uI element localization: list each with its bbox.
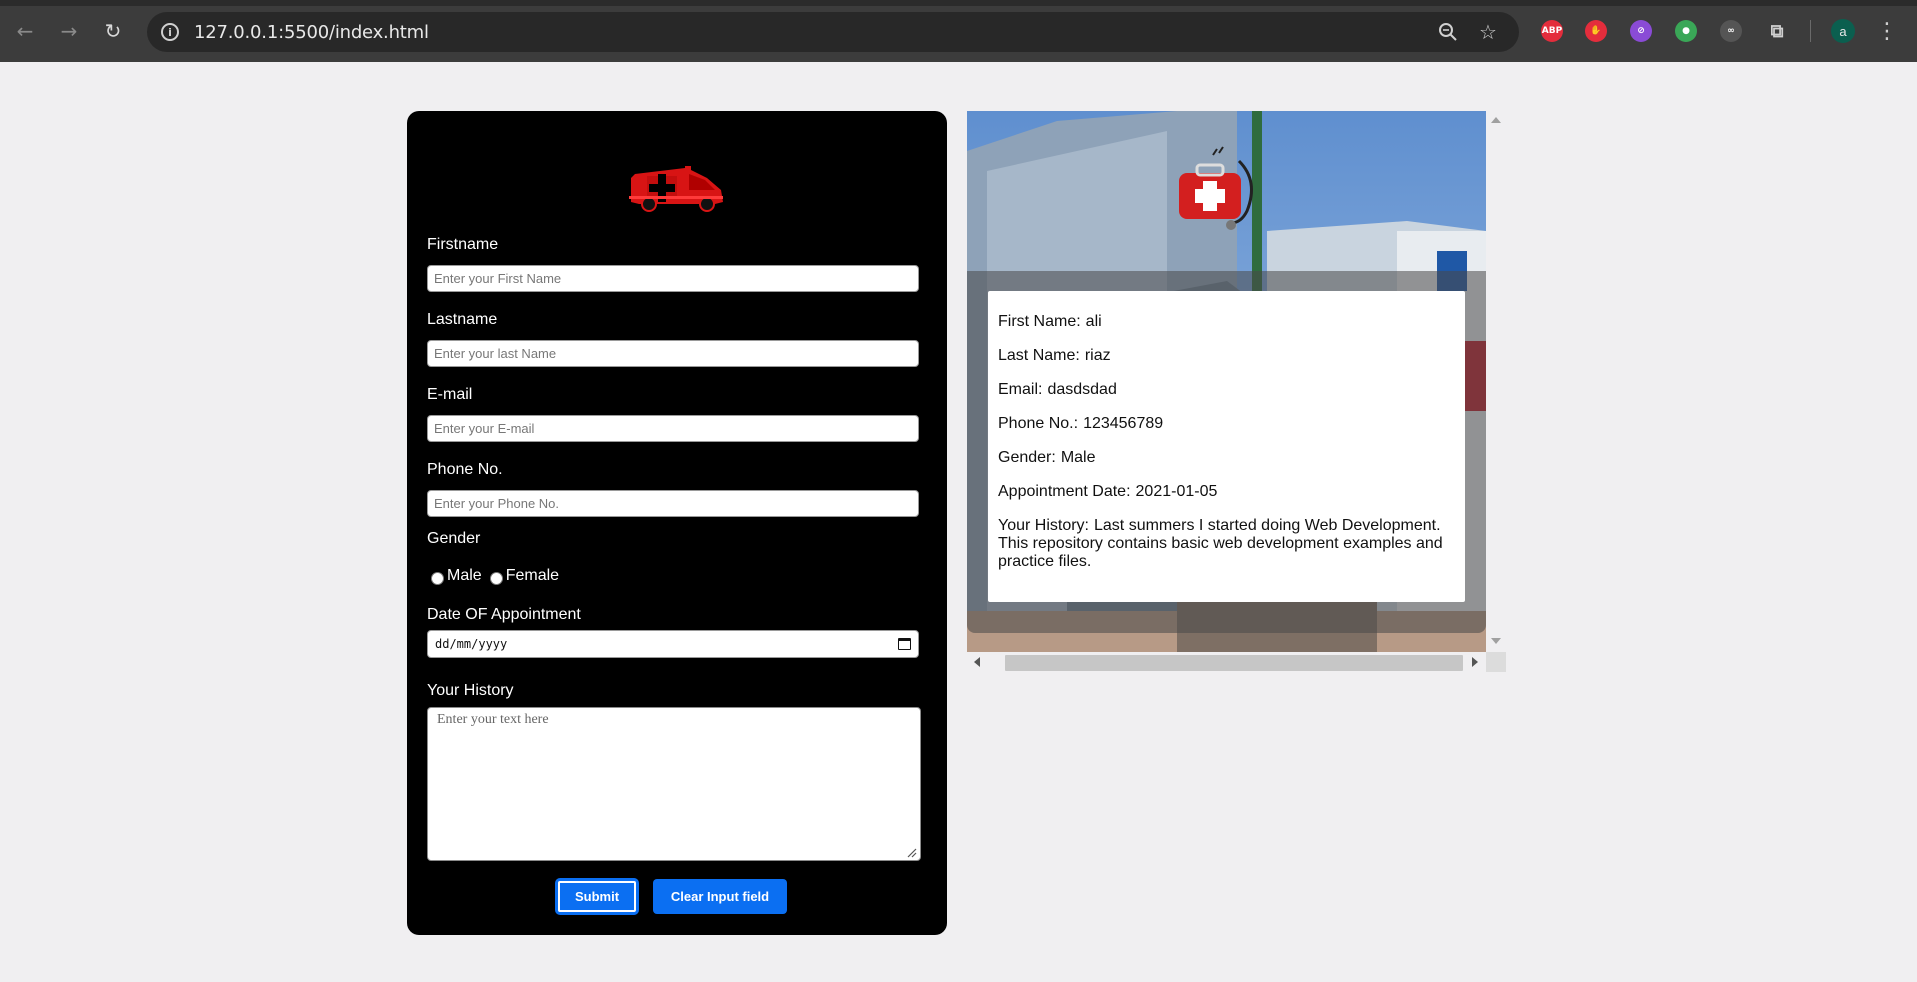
- detail-email-label: Email:: [998, 381, 1043, 398]
- bookmark-star-icon[interactable]: ☆: [1476, 20, 1500, 44]
- firstname-label: Firstname: [427, 236, 499, 253]
- detail-history-label: Your History:: [998, 517, 1089, 534]
- blocker-icon[interactable]: ⊘: [1630, 20, 1652, 42]
- toolbar-divider: [1810, 20, 1811, 42]
- scroll-right-icon[interactable]: [1472, 657, 1478, 667]
- url-text[interactable]: 127.0.0.1:5500/index.html: [194, 22, 429, 43]
- site-info-icon[interactable]: i: [161, 23, 179, 41]
- scroll-left-icon[interactable]: [974, 657, 980, 667]
- detail-first-name: First Name: ali: [998, 313, 1455, 331]
- lastname-label: Lastname: [427, 311, 498, 328]
- back-icon[interactable]: ←: [10, 16, 40, 46]
- appointment-date-input[interactable]: dd/mm/yyyy: [427, 630, 919, 658]
- email-input[interactable]: [427, 415, 919, 442]
- extensions-puzzle-icon[interactable]: ⧉: [1766, 20, 1788, 42]
- detail-email-value: dasdsdad: [1047, 381, 1117, 398]
- details-preview-panel: First Name: ali Last Name: riaz Email: dasd…: [967, 111, 1486, 652]
- color-picker-icon[interactable]: ●: [1675, 20, 1697, 42]
- detail-date-label: Appointment Date:: [998, 483, 1131, 500]
- vertical-scrollbar[interactable]: [1486, 111, 1506, 652]
- first-aid-kit-icon: [1179, 146, 1253, 230]
- horizontal-scroll-thumb[interactable]: [1005, 655, 1463, 671]
- submitted-details-card: First Name: ali Last Name: riaz Email: dasd…: [988, 291, 1465, 602]
- detail-email: Email: dasdsdad: [998, 381, 1455, 399]
- ambulance-icon: [629, 166, 723, 212]
- tab-strip: [0, 0, 1917, 6]
- detail-gender-label: Gender:: [998, 449, 1056, 466]
- zoom-icon[interactable]: [1436, 20, 1460, 44]
- date-label: Date OF Appointment: [427, 606, 581, 623]
- email-label: E-mail: [427, 386, 473, 403]
- gender-male-label: Male: [447, 567, 482, 584]
- reload-icon[interactable]: ↻: [98, 16, 128, 46]
- phone-label: Phone No.: [427, 461, 503, 478]
- detail-first-name-label: First Name:: [998, 313, 1081, 330]
- link-extension-icon[interactable]: ∞: [1720, 20, 1742, 42]
- horizontal-scrollbar[interactable]: [967, 652, 1486, 672]
- detail-date: Appointment Date: 2021-01-05: [998, 483, 1455, 501]
- clear-input-button[interactable]: Clear Input field: [653, 879, 787, 914]
- gender-male-radio[interactable]: [431, 571, 444, 585]
- phone-input[interactable]: [427, 490, 919, 517]
- history-label: Your History: [427, 682, 514, 699]
- date-placeholder: dd/mm/yyyy: [435, 637, 508, 651]
- detail-first-name-value: ali: [1085, 313, 1102, 330]
- calendar-icon[interactable]: [898, 638, 911, 650]
- stop-hand-icon[interactable]: ✋: [1585, 20, 1607, 42]
- detail-history: Your History: Last summers I started doin…: [998, 517, 1455, 571]
- address-bar[interactable]: i 127.0.0.1:5500/index.html ☆: [147, 12, 1519, 52]
- appointment-form: Firstname Lastname E-mail Phone No. Gend…: [407, 111, 947, 935]
- detail-last-name: Last Name: riaz: [998, 347, 1455, 365]
- lastname-input[interactable]: [427, 340, 919, 367]
- firstname-input[interactable]: [427, 265, 919, 292]
- gender-female-label: Female: [505, 567, 560, 584]
- adblock-plus-icon[interactable]: ABP: [1541, 20, 1563, 42]
- detail-gender: Gender: Male: [998, 449, 1455, 467]
- browser-toolbar: ← → ↻ i 127.0.0.1:5500/index.html ☆ ABP …: [0, 0, 1917, 62]
- scroll-up-icon[interactable]: [1491, 117, 1501, 123]
- detail-phone: Phone No.: 123456789: [998, 415, 1455, 433]
- gender-radio-group: Male Female: [431, 567, 559, 585]
- detail-gender-value: Male: [1060, 449, 1096, 466]
- detail-phone-value: 123456789: [1083, 415, 1164, 432]
- scrollbar-corner: [1486, 652, 1506, 672]
- submit-button[interactable]: Submit: [556, 879, 638, 914]
- history-textarea[interactable]: [427, 707, 921, 861]
- gender-female-radio[interactable]: [489, 571, 503, 585]
- browser-menu-icon[interactable]: ⋮: [1872, 16, 1902, 46]
- detail-phone-label: Phone No.:: [998, 415, 1079, 432]
- profile-avatar[interactable]: a: [1831, 19, 1855, 43]
- forward-icon[interactable]: →: [54, 16, 84, 46]
- detail-last-name-value: riaz: [1084, 347, 1111, 364]
- detail-last-name-label: Last Name:: [998, 347, 1080, 364]
- resize-grip-icon[interactable]: [906, 847, 917, 858]
- gender-label: Gender: [427, 530, 481, 547]
- detail-date-value: 2021-01-05: [1135, 483, 1218, 500]
- scroll-down-icon[interactable]: [1491, 638, 1501, 644]
